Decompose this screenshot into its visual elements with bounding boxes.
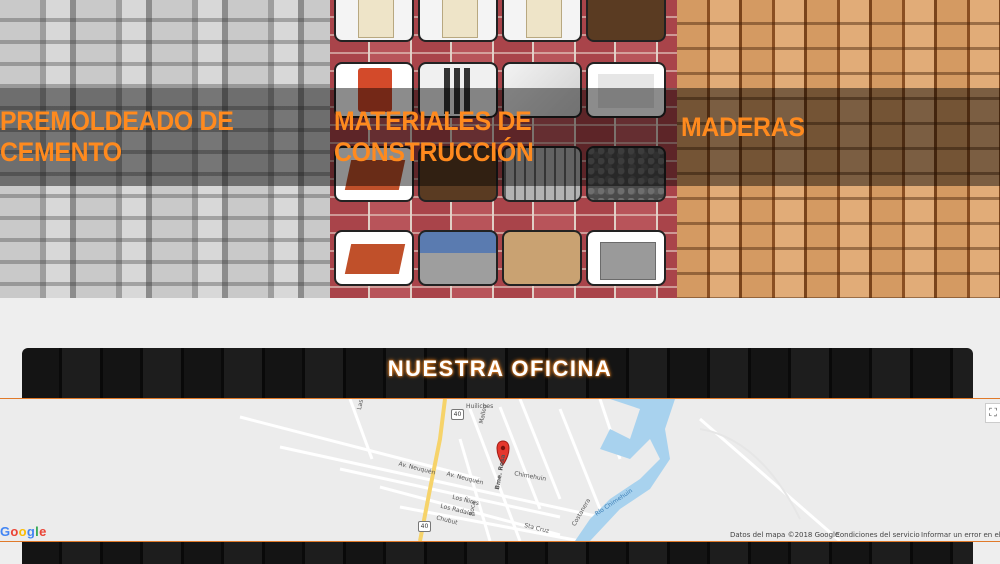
office-title: NUESTRA OFICINA	[387, 356, 613, 381]
map-data-credit: Datos del mapa ©2018 Google	[730, 531, 840, 539]
sand-thumb	[502, 230, 582, 286]
category-premoldeado[interactable]: PREMOLDEADO DE CEMENTO	[0, 0, 330, 298]
office-map[interactable]: Las Fuentes Huiliches Malleo Av. Neuquén…	[0, 398, 1000, 542]
category-panels: PREMOLDEADO DE CEMENTO MATERIALES DE CON…	[0, 0, 1000, 298]
fullscreen-icon[interactable]: ⛶	[985, 403, 1000, 423]
report-error-link[interactable]: Informar un error en el mapa	[921, 531, 1000, 539]
category-title: MATERIALES DE CONSTRUCCIÓN	[334, 106, 534, 167]
secondary-road	[699, 428, 801, 520]
google-logo[interactable]: Google	[0, 524, 47, 539]
category-title: MADERAS	[681, 112, 805, 142]
pallet-thumb	[586, 0, 666, 42]
terms-link[interactable]: Condiciones del servicio	[835, 531, 920, 539]
river	[575, 399, 675, 541]
cement-bag-thumb	[418, 0, 498, 42]
category-materiales[interactable]: MATERIALES DE CONSTRUCCIÓN	[330, 0, 677, 298]
concrete-block-thumb	[586, 230, 666, 286]
concrete-beams-thumb	[418, 230, 498, 286]
street-grid	[239, 399, 841, 541]
category-title: PREMOLDEADO DE CEMENTO	[0, 106, 234, 167]
roof-tile-thumb	[334, 230, 414, 286]
cement-bag-thumb	[334, 0, 414, 42]
route-badge: 40	[451, 409, 464, 420]
category-maderas[interactable]: MADERAS	[677, 0, 1000, 298]
route-badge: 40	[418, 521, 431, 532]
cement-bag-thumb	[502, 0, 582, 42]
